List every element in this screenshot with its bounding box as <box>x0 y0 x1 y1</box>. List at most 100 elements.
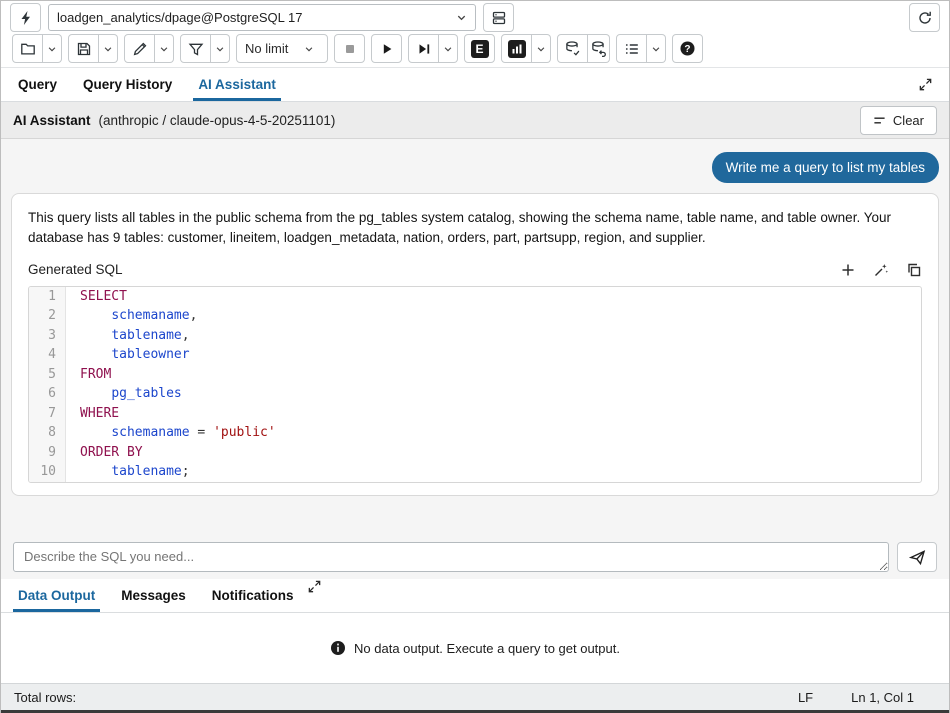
line-number: 7 <box>29 404 66 424</box>
chevron-down-icon <box>536 44 546 54</box>
expand-icon <box>307 579 322 594</box>
chevron-down-icon <box>443 44 453 54</box>
send-icon <box>909 549 926 566</box>
play-to-line-icon <box>416 41 432 57</box>
macro-button[interactable] <box>616 34 647 63</box>
chevron-down-icon <box>456 12 467 23</box>
query-tool-connection-button[interactable] <box>10 3 41 32</box>
output-empty-state: No data output. Execute a query to get o… <box>1 613 949 683</box>
apply-sql-button[interactable] <box>873 262 889 278</box>
assistant-response-card: This query lists all tables in the publi… <box>11 193 939 496</box>
execute-options-button[interactable] <box>408 34 439 63</box>
folder-icon <box>20 41 36 57</box>
sql-line-text: tableowner <box>66 345 190 365</box>
restore-layout-button[interactable] <box>909 3 940 32</box>
query-tool-icon <box>18 10 34 26</box>
connection-select[interactable]: loadgen_analytics/dpage@PostgreSQL 17 <box>48 4 476 31</box>
pencil-icon <box>132 41 148 57</box>
tab-messages[interactable]: Messages <box>108 579 199 612</box>
sql-line: 8 schemaname = 'public' <box>29 423 921 443</box>
ai-assistant-model: (anthropic / claude-opus-4-5-20251101) <box>99 113 336 128</box>
help-button[interactable]: ? <box>672 34 703 63</box>
expand-editor-button[interactable] <box>906 68 945 101</box>
editor-tabs: Query Query History AI Assistant <box>1 68 949 102</box>
execute-options-menu-button[interactable] <box>439 34 458 63</box>
expand-output-button[interactable] <box>307 579 322 612</box>
list-icon <box>624 41 640 57</box>
connection-select-value: loadgen_analytics/dpage@PostgreSQL 17 <box>57 10 450 25</box>
insert-sql-button[interactable] <box>840 262 856 278</box>
sql-line: 10 tablename; <box>29 462 921 482</box>
open-file-button[interactable] <box>12 34 43 63</box>
user-message-bubble: Write me a query to list my tables <box>712 152 939 183</box>
magic-wand-icon <box>873 262 889 278</box>
sql-line: 7WHERE <box>29 404 921 424</box>
output-tabs: Data Output Messages Notifications <box>1 579 949 613</box>
tab-query-history[interactable]: Query History <box>70 68 185 101</box>
execute-options-group <box>408 34 458 63</box>
commit-icon <box>564 40 581 57</box>
refresh-icon <box>917 10 933 26</box>
line-number: 3 <box>29 326 66 346</box>
cancel-query-button[interactable] <box>334 34 365 63</box>
rollback-button[interactable] <box>588 34 610 63</box>
execute-button[interactable] <box>371 34 402 63</box>
status-right: LF Ln 1, Col 1 <box>798 690 914 705</box>
sql-line-text: tablename, <box>66 326 190 346</box>
chevron-down-icon <box>47 44 57 54</box>
tab-ai-assistant[interactable]: AI Assistant <box>185 68 289 101</box>
line-number: 9 <box>29 443 66 463</box>
macro-group <box>616 34 666 63</box>
cursor-position: Ln 1, Col 1 <box>851 690 914 705</box>
expand-icon <box>918 77 933 92</box>
save-button[interactable] <box>68 34 99 63</box>
save-icon <box>76 41 92 57</box>
stop-icon <box>342 41 358 57</box>
explain-analyze-button[interactable] <box>501 34 532 63</box>
play-icon <box>379 41 395 57</box>
explain-button[interactable]: E <box>464 34 495 63</box>
sql-code[interactable]: 1SELECT2 schemaname,3 tablename,4 tableo… <box>28 286 922 483</box>
tab-data-output[interactable]: Data Output <box>5 579 108 612</box>
sql-line-text: FROM <box>66 365 111 385</box>
ai-assistant-title: AI Assistant <box>13 113 91 128</box>
generated-sql-actions <box>840 262 922 278</box>
save-menu-button[interactable] <box>99 34 118 63</box>
generated-sql-row: Generated SQL <box>28 262 922 278</box>
status-bar: Total rows: LF Ln 1, Col 1 <box>1 683 949 710</box>
tab-query[interactable]: Query <box>5 68 70 101</box>
send-button[interactable] <box>897 542 937 572</box>
analyze-chart-icon <box>508 40 526 58</box>
sql-line-text: schemaname = 'public' <box>66 423 276 443</box>
info-icon <box>330 640 346 656</box>
macro-menu-button[interactable] <box>647 34 666 63</box>
explain-icon: E <box>471 40 489 58</box>
prompt-row <box>1 535 949 579</box>
open-file-menu-button[interactable] <box>43 34 62 63</box>
filter-group <box>180 34 230 63</box>
line-number: 2 <box>29 306 66 326</box>
chevron-down-icon <box>651 44 661 54</box>
rollback-icon <box>590 40 607 57</box>
sql-line: 4 tableowner <box>29 345 921 365</box>
filter-button[interactable] <box>180 34 211 63</box>
row-limit-value: No limit <box>245 41 288 56</box>
edit-button[interactable] <box>124 34 155 63</box>
prompt-input[interactable] <box>13 542 889 572</box>
chat-area: Write me a query to list my tables This … <box>1 139 949 535</box>
new-connection-button[interactable] <box>483 3 514 32</box>
sql-line: 6 pg_tables <box>29 384 921 404</box>
server-icon <box>491 10 507 26</box>
explain-analyze-menu-button[interactable] <box>532 34 551 63</box>
row-limit-select[interactable]: No limit <box>236 34 328 63</box>
tab-notifications[interactable]: Notifications <box>199 579 307 612</box>
edit-group <box>124 34 174 63</box>
filter-menu-button[interactable] <box>211 34 230 63</box>
empty-output-message: No data output. Execute a query to get o… <box>354 641 620 656</box>
commit-button[interactable] <box>557 34 588 63</box>
clear-chat-button[interactable]: Clear <box>860 106 937 135</box>
plus-icon <box>840 262 856 278</box>
copy-sql-button[interactable] <box>906 262 922 278</box>
sql-line: 5FROM <box>29 365 921 385</box>
edit-menu-button[interactable] <box>155 34 174 63</box>
